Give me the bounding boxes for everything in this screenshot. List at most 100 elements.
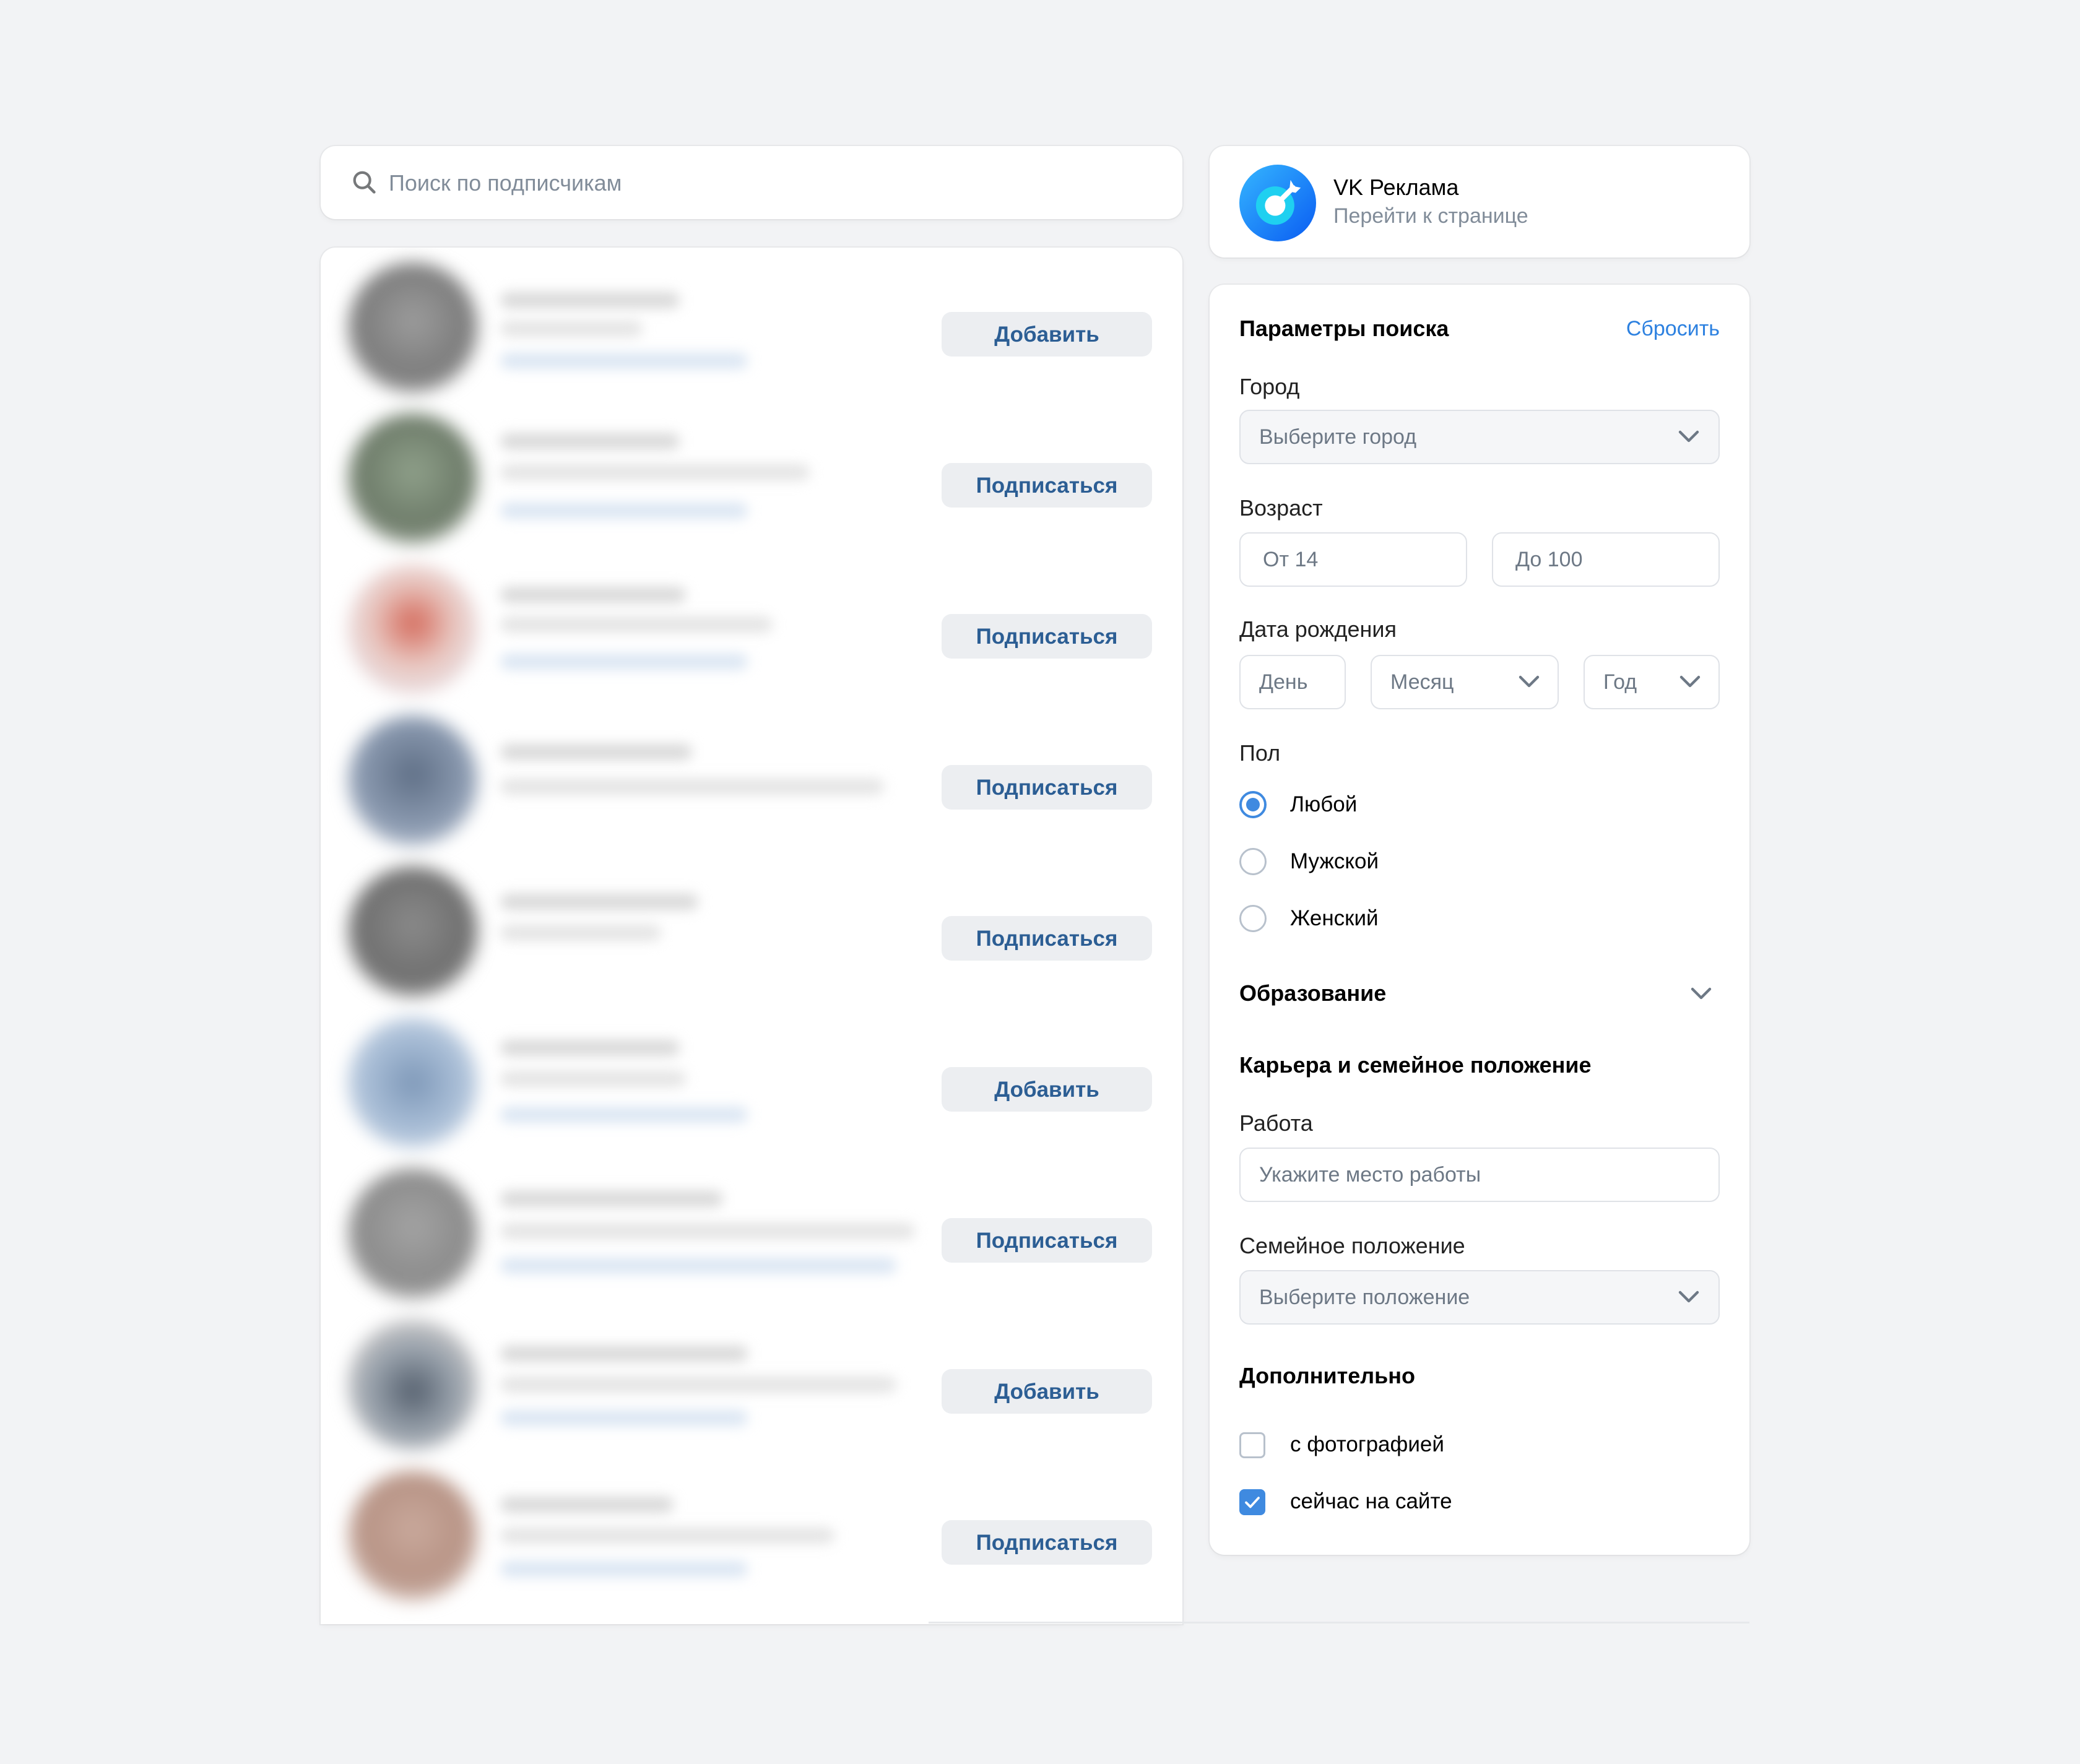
gender-female-label[interactable]: Женский [1290, 906, 1379, 931]
avatar [348, 867, 478, 997]
list-item: Подписаться [321, 1456, 1182, 1607]
family-status-value: Выберите положение [1259, 1286, 1470, 1309]
blurred-name [500, 587, 686, 603]
with-photo-label[interactable]: с фотографией [1290, 1432, 1444, 1457]
subscriber-search-bar [321, 146, 1182, 219]
blurred-status [500, 779, 884, 795]
divider [929, 1622, 1749, 1623]
list-item: Добавить [321, 1305, 1182, 1456]
list-item: Добавить [321, 1003, 1182, 1154]
avatar [348, 413, 478, 543]
birth-year-value: Год [1603, 670, 1637, 694]
blurred-status [500, 1071, 686, 1087]
blurred-name [500, 292, 680, 308]
online-now-label[interactable]: сейчас на сайте [1290, 1489, 1452, 1514]
birth-month-select[interactable]: Месяц [1371, 655, 1559, 709]
gender-female-radio[interactable] [1239, 905, 1267, 932]
blurred-name [500, 433, 680, 449]
family-status-label: Семейное положение [1239, 1233, 1465, 1258]
subscribe-button[interactable]: Подписаться [942, 765, 1152, 810]
gender-label: Пол [1239, 740, 1281, 766]
avatar [348, 1320, 478, 1450]
go-to-page-link[interactable]: Перейти к странице [1333, 204, 1528, 228]
check-icon [1245, 1497, 1260, 1508]
avatar [348, 716, 478, 845]
avatar [348, 1018, 478, 1148]
blurred-name [500, 1040, 680, 1056]
list-item: Добавить [321, 248, 1182, 399]
age-from-value: От 14 [1263, 548, 1319, 571]
blurred-link [500, 503, 748, 519]
blurred-status [500, 1223, 915, 1239]
search-input[interactable] [388, 157, 1158, 209]
blurred-status [500, 616, 773, 633]
add-friend-button[interactable]: Добавить [942, 1369, 1152, 1414]
vk-ads-target-icon [1239, 165, 1316, 241]
online-now-checkbox[interactable] [1239, 1489, 1265, 1515]
birth-month-value: Месяц [1390, 670, 1454, 694]
page: Добавить Подписаться Подписаться Подписа… [0, 0, 2080, 1764]
gender-male-label[interactable]: Мужской [1290, 849, 1379, 874]
blurred-link [500, 1107, 748, 1123]
blurred-link [500, 1561, 748, 1577]
blurred-link [500, 1410, 748, 1426]
birth-date-label: Дата рождения [1239, 616, 1397, 642]
birth-year-select[interactable]: Год [1584, 655, 1720, 709]
list-item: Подписаться [321, 852, 1182, 1003]
blurred-link [500, 654, 748, 670]
extra-section-title: Дополнительно [1239, 1363, 1416, 1388]
list-item: Подписаться [321, 701, 1182, 852]
search-filters-panel: Параметры поиска Сбросить Город Выберите… [1210, 285, 1749, 1555]
age-to-input[interactable]: До 100 [1492, 532, 1720, 587]
chevron-down-icon [1678, 1291, 1699, 1303]
community-card[interactable]: VK Реклама Перейти к странице [1210, 146, 1749, 257]
city-select-value: Выберите город [1259, 425, 1417, 449]
avatar [348, 564, 478, 694]
blurred-status [500, 1377, 896, 1393]
gender-any-label[interactable]: Любой [1290, 792, 1357, 817]
subscribe-button[interactable]: Подписаться [942, 1520, 1152, 1565]
chevron-down-icon [1678, 430, 1699, 443]
avatar [348, 1471, 478, 1601]
add-friend-button[interactable]: Добавить [942, 312, 1152, 357]
list-item: Подписаться [321, 550, 1182, 701]
blurred-link [500, 1258, 896, 1274]
work-input-placeholder: Укажите место работы [1259, 1163, 1481, 1187]
birth-day-select[interactable]: День [1239, 655, 1346, 709]
add-friend-button[interactable]: Добавить [942, 1067, 1152, 1112]
gender-any-radio[interactable] [1239, 791, 1267, 818]
subscribe-button[interactable]: Подписаться [942, 614, 1152, 659]
chevron-down-icon [1519, 675, 1540, 688]
city-label: Город [1239, 374, 1300, 399]
blurred-status [500, 925, 661, 941]
with-photo-checkbox[interactable] [1239, 1432, 1265, 1458]
education-section-toggle[interactable]: Образование [1239, 980, 1386, 1006]
blurred-status [500, 321, 643, 337]
blurred-status [500, 464, 810, 480]
filters-title: Параметры поиска [1239, 316, 1449, 341]
avatar [348, 1169, 478, 1299]
subscribe-button[interactable]: Подписаться [942, 1218, 1152, 1263]
subscriber-list: Добавить Подписаться Подписаться Подписа… [321, 248, 1182, 1624]
blurred-name [500, 894, 698, 910]
city-select[interactable]: Выберите город [1239, 410, 1720, 464]
subscribe-button[interactable]: Подписаться [942, 463, 1152, 508]
birth-day-value: День [1259, 670, 1308, 694]
chevron-down-icon[interactable] [1690, 987, 1712, 1001]
age-label: Возраст [1239, 495, 1323, 521]
family-status-select[interactable]: Выберите положение [1239, 1270, 1720, 1325]
age-from-input[interactable]: От 14 [1239, 532, 1467, 587]
avatar [348, 262, 478, 392]
subscribe-button[interactable]: Подписаться [942, 916, 1152, 961]
list-item: Подписаться [321, 1154, 1182, 1305]
blurred-status [500, 1528, 834, 1544]
community-name[interactable]: VK Реклама [1333, 175, 1458, 201]
search-icon [353, 171, 376, 194]
gender-male-radio[interactable] [1239, 848, 1267, 875]
blurred-link [500, 353, 748, 369]
list-item: Подписаться [321, 399, 1182, 550]
reset-filters-link[interactable]: Сбросить [1626, 317, 1720, 341]
blurred-name [500, 1346, 748, 1362]
work-input[interactable]: Укажите место работы [1239, 1148, 1720, 1202]
blurred-name [500, 744, 692, 760]
